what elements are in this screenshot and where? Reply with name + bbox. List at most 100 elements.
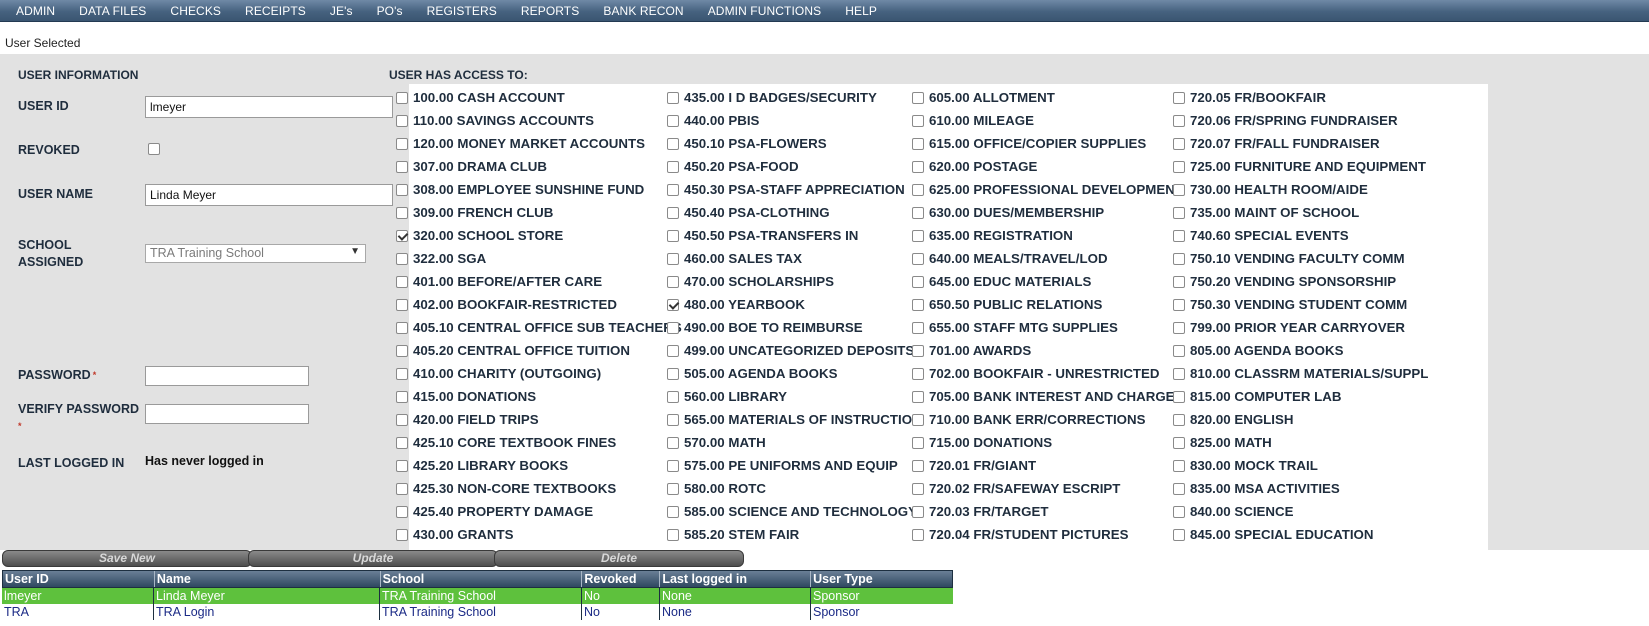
menu-item-checks[interactable]: CHECKS <box>158 1 233 21</box>
access-checkbox[interactable] <box>1173 206 1185 219</box>
access-checkbox[interactable] <box>912 459 924 472</box>
menu-item-help[interactable]: HELP <box>833 1 889 21</box>
menu-item-admin-functions[interactable]: ADMIN FUNCTIONS <box>696 1 834 21</box>
school-select[interactable]: TRA Training School ▼ <box>145 244 366 263</box>
access-checkbox[interactable] <box>1173 367 1185 380</box>
column-header[interactable]: Name <box>155 571 381 587</box>
access-checkbox[interactable] <box>1173 528 1185 541</box>
access-checkbox[interactable] <box>1173 91 1185 104</box>
access-checkbox[interactable] <box>667 137 679 150</box>
access-checkbox[interactable] <box>396 344 408 357</box>
access-checkbox[interactable] <box>667 298 679 311</box>
access-checkbox[interactable] <box>396 160 408 173</box>
access-checkbox[interactable] <box>912 482 924 495</box>
access-checkbox[interactable] <box>1173 229 1185 242</box>
menu-item-registers[interactable]: REGISTERS <box>415 1 509 21</box>
access-checkbox[interactable] <box>912 298 924 311</box>
access-checkbox[interactable] <box>912 505 924 518</box>
access-checkbox[interactable] <box>1173 114 1185 127</box>
access-checkbox[interactable] <box>396 183 408 196</box>
access-checkbox[interactable] <box>396 206 408 219</box>
access-checkbox[interactable] <box>667 206 679 219</box>
access-checkbox[interactable] <box>912 528 924 541</box>
access-checkbox[interactable] <box>912 183 924 196</box>
access-checkbox[interactable] <box>396 413 408 426</box>
access-checkbox[interactable] <box>396 137 408 150</box>
access-checkbox[interactable] <box>667 482 679 495</box>
column-header[interactable]: User ID <box>3 571 155 587</box>
access-checkbox[interactable] <box>912 413 924 426</box>
access-checkbox[interactable] <box>396 275 408 288</box>
access-checkbox[interactable] <box>1173 344 1185 357</box>
update-button[interactable]: Update <box>248 550 498 567</box>
access-checkbox[interactable] <box>1173 160 1185 173</box>
access-checkbox[interactable] <box>667 252 679 265</box>
user-name-input[interactable] <box>145 184 393 206</box>
access-checkbox[interactable] <box>667 91 679 104</box>
access-checkbox[interactable] <box>667 436 679 449</box>
table-row[interactable]: TRA TRA Login TRA Training School No None Spo… <box>2 604 953 620</box>
access-checkbox[interactable] <box>396 528 408 541</box>
access-checkbox[interactable] <box>667 367 679 380</box>
access-checkbox[interactable] <box>912 367 924 380</box>
access-checkbox[interactable] <box>396 252 408 265</box>
save-new-button[interactable]: Save New <box>2 550 252 567</box>
access-checkbox[interactable] <box>912 91 924 104</box>
access-checkbox[interactable] <box>1173 252 1185 265</box>
access-checkbox[interactable] <box>912 252 924 265</box>
revoked-checkbox[interactable] <box>148 143 160 155</box>
access-checkbox[interactable] <box>1173 183 1185 196</box>
delete-button[interactable]: Delete <box>494 550 744 567</box>
access-checkbox[interactable] <box>1173 137 1185 150</box>
password-input[interactable] <box>145 366 309 386</box>
access-checkbox[interactable] <box>912 390 924 403</box>
access-checkbox[interactable] <box>912 275 924 288</box>
table-row[interactable]: lmeyer Linda Meyer TRA Training School No No… <box>2 588 953 604</box>
access-checkbox[interactable] <box>396 459 408 472</box>
access-checkbox[interactable] <box>912 160 924 173</box>
menu-item-admin[interactable]: ADMIN <box>4 1 67 21</box>
access-checkbox[interactable] <box>1173 275 1185 288</box>
access-checkbox[interactable] <box>667 114 679 127</box>
access-checkbox[interactable] <box>1173 482 1185 495</box>
access-checkbox[interactable] <box>667 390 679 403</box>
access-checkbox[interactable] <box>667 275 679 288</box>
access-checkbox[interactable] <box>1173 298 1185 311</box>
access-checkbox[interactable] <box>1173 436 1185 449</box>
access-checkbox[interactable] <box>1173 459 1185 472</box>
column-header[interactable]: Revoked <box>582 571 661 587</box>
access-checkbox[interactable] <box>396 390 408 403</box>
access-checkbox[interactable] <box>396 114 408 127</box>
access-checkbox[interactable] <box>396 229 408 242</box>
access-checkbox[interactable] <box>912 321 924 334</box>
access-checkbox[interactable] <box>396 482 408 495</box>
menu-item-receipts[interactable]: RECEIPTS <box>233 1 318 21</box>
menu-item-reports[interactable]: REPORTS <box>509 1 592 21</box>
access-checkbox[interactable] <box>667 413 679 426</box>
menu-item-bank-recon[interactable]: BANK RECON <box>591 1 695 21</box>
access-checkbox[interactable] <box>667 528 679 541</box>
access-checkbox[interactable] <box>1173 413 1185 426</box>
menu-item-po-s[interactable]: PO's <box>365 1 415 21</box>
access-checkbox[interactable] <box>1173 390 1185 403</box>
verify-password-input[interactable] <box>145 404 309 424</box>
column-header[interactable]: User Type <box>811 571 952 587</box>
user-id-input[interactable] <box>145 96 393 118</box>
access-checkbox[interactable] <box>667 229 679 242</box>
menu-item-je-s[interactable]: JE's <box>318 1 365 21</box>
access-checkbox[interactable] <box>912 206 924 219</box>
menu-item-data-files[interactable]: DATA FILES <box>67 1 158 21</box>
access-checkbox[interactable] <box>667 505 679 518</box>
access-checkbox[interactable] <box>912 436 924 449</box>
column-header[interactable]: Last logged in <box>660 571 812 587</box>
column-header[interactable]: School <box>381 571 583 587</box>
access-checkbox[interactable] <box>912 344 924 357</box>
access-checkbox[interactable] <box>912 137 924 150</box>
access-checkbox[interactable] <box>1173 505 1185 518</box>
access-checkbox[interactable] <box>912 229 924 242</box>
access-checkbox[interactable] <box>396 505 408 518</box>
access-checkbox[interactable] <box>396 436 408 449</box>
access-checkbox[interactable] <box>667 459 679 472</box>
access-checkbox[interactable] <box>396 321 408 334</box>
access-checkbox[interactable] <box>667 160 679 173</box>
